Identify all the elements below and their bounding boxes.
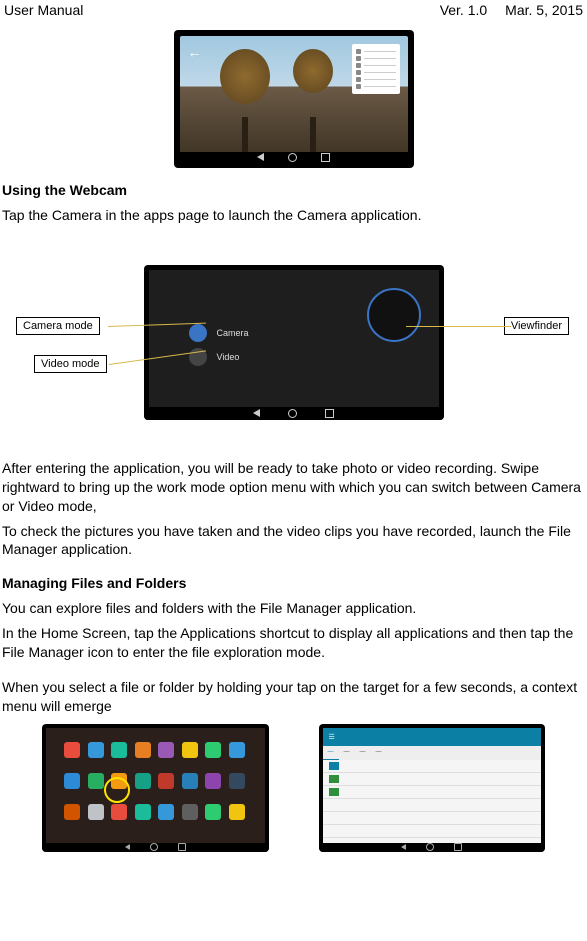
camera-diagram: Camera Video Camera mode Video mode View… bbox=[2, 255, 585, 445]
camera-desc-2: To check the pictures you have taken and… bbox=[2, 522, 585, 560]
camera-mode-label: Camera bbox=[217, 328, 249, 338]
apps-screenshot bbox=[42, 724, 269, 852]
nav-home-icon bbox=[288, 153, 297, 162]
callout-line bbox=[406, 326, 511, 327]
version-label: Ver. 1.0 bbox=[440, 2, 487, 18]
nav-home-icon bbox=[426, 843, 434, 851]
camera-screenshot: Camera Video bbox=[144, 265, 444, 420]
overflow-menu bbox=[352, 44, 400, 94]
nav-recent-icon bbox=[321, 153, 330, 162]
nav-back-icon bbox=[401, 844, 406, 850]
viewfinder-circle bbox=[367, 288, 421, 342]
hamburger-icon: ☰ bbox=[329, 733, 335, 741]
section-title-webcam: Using the Webcam bbox=[2, 182, 585, 198]
section-title-files: Managing Files and Folders bbox=[2, 575, 585, 591]
files-p3: When you select a file or folder by hold… bbox=[2, 678, 585, 716]
webcam-intro-text: Tap the Camera in the apps page to launc… bbox=[2, 206, 585, 225]
wallpaper-screenshot: ← bbox=[174, 30, 414, 168]
camera-mode-icon bbox=[189, 324, 207, 342]
fm-tab: — bbox=[371, 748, 387, 760]
nav-back-icon bbox=[125, 844, 130, 850]
nav-home-icon bbox=[150, 843, 158, 851]
file-manager-screenshot: ☰ — — — — bbox=[319, 724, 546, 852]
nav-home-icon bbox=[288, 409, 297, 418]
video-mode-label: Video bbox=[217, 352, 240, 362]
nav-recent-icon bbox=[178, 843, 186, 851]
highlight-ring-icon bbox=[104, 777, 130, 803]
nav-back-icon bbox=[257, 153, 264, 161]
doc-title: User Manual bbox=[4, 2, 83, 18]
fm-tab: — bbox=[355, 748, 371, 760]
camera-desc-1: After entering the application, you will… bbox=[2, 459, 585, 516]
callout-viewfinder: Viewfinder bbox=[504, 317, 569, 335]
fm-tab: — bbox=[339, 748, 355, 760]
nav-recent-icon bbox=[325, 409, 334, 418]
fm-tab: — bbox=[323, 748, 339, 760]
callout-camera-mode: Camera mode bbox=[16, 317, 100, 335]
nav-back-icon bbox=[253, 409, 260, 417]
back-arrow-icon: ← bbox=[188, 44, 202, 60]
files-p2: In the Home Screen, tap the Applications… bbox=[2, 624, 585, 662]
callout-video-mode: Video mode bbox=[34, 355, 107, 373]
files-p1: You can explore files and folders with t… bbox=[2, 599, 585, 618]
date-label: Mar. 5, 2015 bbox=[505, 2, 583, 18]
nav-recent-icon bbox=[454, 843, 462, 851]
